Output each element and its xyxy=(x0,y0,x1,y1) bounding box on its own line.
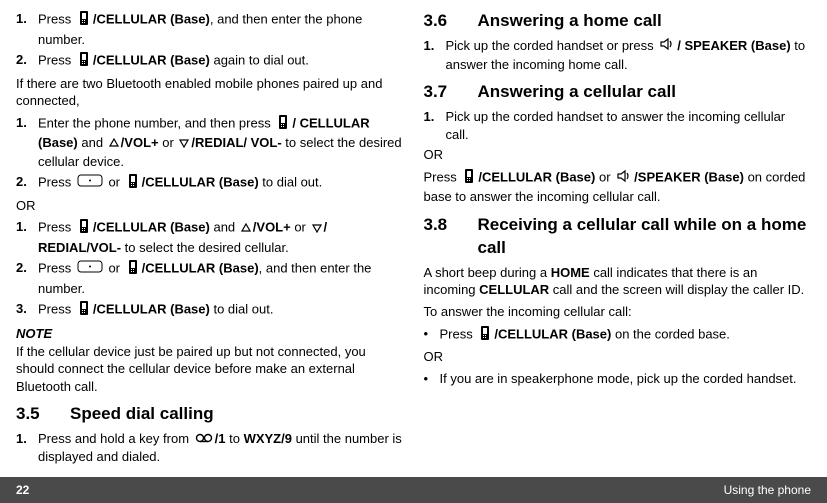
cell-icon xyxy=(77,10,91,31)
heading-3-8: 3.8Receiving a cellular call while on a … xyxy=(424,214,812,260)
cell-icon xyxy=(77,300,91,321)
step: 2.Press or /CELLULAR (Base), and then en… xyxy=(16,259,404,297)
right-column: 3.6Answering a home call 1.Pick up the c… xyxy=(424,10,812,468)
step: 1.Pick up the corded handset or press / … xyxy=(424,37,812,73)
step-text: Press /CELLULAR (Base) to dial out. xyxy=(38,300,404,321)
step-text: Pick up the corded handset or press / SP… xyxy=(446,37,812,73)
cell-icon xyxy=(126,259,140,280)
step-number: 2. xyxy=(16,259,38,297)
bullet-text: Press /CELLULAR (Base) on the corded bas… xyxy=(440,325,812,346)
or-text: OR xyxy=(424,146,812,164)
bullet-text: If you are in speakerphone mode, pick up… xyxy=(440,370,812,388)
bullet: •If you are in speakerphone mode, pick u… xyxy=(424,370,812,388)
step-number: 1. xyxy=(16,114,38,170)
step-text: Press or /CELLULAR (Base) to dial out. xyxy=(38,173,404,194)
cell-icon xyxy=(478,325,492,346)
step: 1.Pick up the corded handset to answer t… xyxy=(424,108,812,143)
paragraph: If there are two Bluetooth enabled mobil… xyxy=(16,75,404,110)
step-text: Enter the phone number, and then press /… xyxy=(38,114,404,170)
cell-icon xyxy=(77,51,91,72)
step-number: 3. xyxy=(16,300,38,321)
down-triangle-icon xyxy=(179,135,189,153)
step-text: Press /CELLULAR (Base), and then enter t… xyxy=(38,10,404,48)
step-number: 1. xyxy=(424,108,446,143)
paragraph: Press /CELLULAR (Base) or /SPEAKER (Base… xyxy=(424,168,812,206)
cell-icon xyxy=(126,173,140,194)
note-text: If the cellular device just be paired up… xyxy=(16,343,404,396)
paragraph: To answer the incoming cellular call: xyxy=(424,303,812,321)
footer-section-title: Using the phone xyxy=(724,483,811,497)
step: 2.Press /CELLULAR (Base) again to dial o… xyxy=(16,51,404,72)
paragraph: A short beep during a HOME call indicate… xyxy=(424,264,812,299)
step-number: 2. xyxy=(16,173,38,194)
content-columns: 1.Press /CELLULAR (Base), and then enter… xyxy=(16,10,811,468)
step-text: Press and hold a key from /1 to WXYZ/9 u… xyxy=(38,430,404,466)
down-triangle-icon xyxy=(312,220,322,238)
speaker-icon xyxy=(616,169,632,188)
left-column: 1.Press /CELLULAR (Base), and then enter… xyxy=(16,10,404,468)
step-text: Press or /CELLULAR (Base), and then ente… xyxy=(38,259,404,297)
step-number: 1. xyxy=(16,218,38,256)
cell-icon xyxy=(77,218,91,239)
step-number: 1. xyxy=(16,10,38,48)
step-text: Press /CELLULAR (Base) again to dial out… xyxy=(38,51,404,72)
step-text: Pick up the corded handset to answer the… xyxy=(446,108,812,143)
step-number: 2. xyxy=(16,51,38,72)
heading-3-7: 3.7Answering a cellular call xyxy=(424,81,812,104)
talk-key-icon xyxy=(77,174,103,193)
step: 1.Press /CELLULAR (Base), and then enter… xyxy=(16,10,404,48)
page-number: 22 xyxy=(16,483,29,497)
bullet-mark: • xyxy=(424,370,440,388)
step: 1.Enter the phone number, and then press… xyxy=(16,114,404,170)
talk-key-icon xyxy=(77,260,103,279)
step: 1.Press /CELLULAR (Base) and /VOL+ or / … xyxy=(16,218,404,256)
or-text: OR xyxy=(424,348,812,366)
cell-icon xyxy=(276,114,290,135)
note-heading: NOTE xyxy=(16,325,404,343)
heading-3-5: 3.5Speed dial calling xyxy=(16,403,404,426)
step: 3.Press /CELLULAR (Base) to dial out. xyxy=(16,300,404,321)
cell-icon xyxy=(462,168,476,189)
speaker-icon xyxy=(659,37,675,56)
step-number: 1. xyxy=(16,430,38,466)
or-text: OR xyxy=(16,197,404,215)
page-footer: 22 Using the phone xyxy=(0,477,827,503)
bullet: •Press /CELLULAR (Base) on the corded ba… xyxy=(424,325,812,346)
up-triangle-icon xyxy=(241,220,251,238)
up-triangle-icon xyxy=(109,135,119,153)
step-text: Press /CELLULAR (Base) and /VOL+ or / RE… xyxy=(38,218,404,256)
step: 1.Press and hold a key from /1 to WXYZ/9… xyxy=(16,430,404,466)
heading-3-6: 3.6Answering a home call xyxy=(424,10,812,33)
bullet-mark: • xyxy=(424,325,440,346)
step-number: 1. xyxy=(424,37,446,73)
vm-key-icon xyxy=(195,431,213,449)
manual-page: 1.Press /CELLULAR (Base), and then enter… xyxy=(0,0,827,503)
step: 2.Press or /CELLULAR (Base) to dial out. xyxy=(16,173,404,194)
